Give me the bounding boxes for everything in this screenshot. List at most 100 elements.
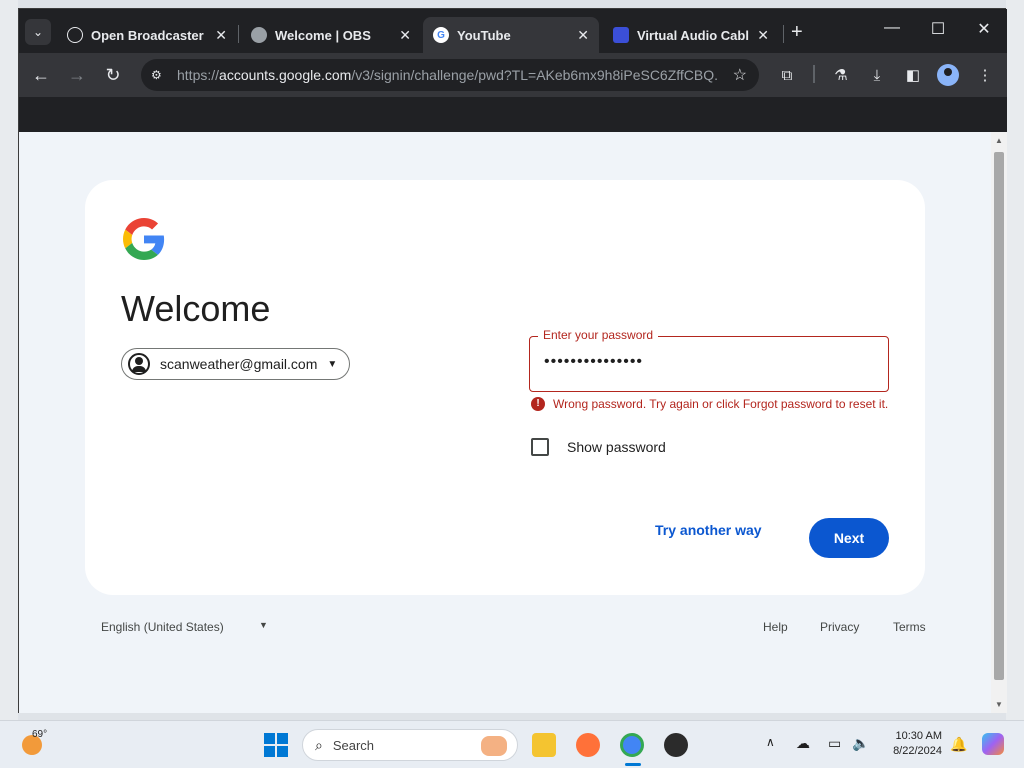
menu-kebab-icon[interactable]: ⋮: [975, 65, 995, 85]
notification-bell-icon[interactable]: 🔔: [950, 736, 967, 753]
language-selector[interactable]: English (United States): [101, 620, 224, 634]
page-title: Welcome: [121, 288, 271, 329]
privacy-link[interactable]: Privacy: [820, 620, 859, 634]
page-footer: English (United States) ▼ Help Privacy T…: [101, 620, 926, 640]
google-g-icon: G: [433, 27, 449, 43]
desktop-left-edge: [0, 0, 18, 720]
close-icon[interactable]: ✕: [577, 27, 589, 44]
tab-youtube[interactable]: G YouTube ✕: [423, 17, 599, 53]
reload-button[interactable]: ↻: [101, 63, 125, 87]
signin-card: Welcome scanweather@gmail.com ▼ Enter yo…: [85, 180, 925, 595]
help-link[interactable]: Help: [763, 620, 788, 634]
bookmark-star-icon[interactable]: ☆: [733, 65, 747, 85]
search-highlight-icon: [481, 736, 507, 756]
address-bar[interactable]: ⚙ https://accounts.google.com/v3/signin/…: [141, 59, 759, 91]
account-email: scanweather@gmail.com: [160, 356, 318, 372]
windows-logo-icon: [277, 746, 288, 757]
taskbar: 69° ⌕ Search ∧ ☁ ▭ 🔈 10:30 AM 8/22/2024 …: [0, 720, 1024, 768]
clock-time: 10:30 AM: [895, 730, 942, 742]
minimize-button[interactable]: —: [877, 19, 907, 37]
scrollbar[interactable]: ▲ ▼: [991, 132, 1007, 713]
site-info-icon[interactable]: ⚙: [151, 68, 169, 82]
side-panel-icon[interactable]: ◧: [903, 65, 923, 85]
labs-flask-icon[interactable]: ⚗: [831, 65, 851, 85]
chevron-down-icon[interactable]: ▼: [259, 620, 268, 630]
show-password-toggle[interactable]: Show password: [531, 438, 666, 456]
tab-obs-download[interactable]: Open Broadcaster Sc ✕: [57, 17, 237, 53]
password-field[interactable]: Enter your password •••••••••••••••: [529, 328, 889, 392]
system-clock[interactable]: 10:30 AM 8/22/2024: [884, 729, 942, 759]
firefox-icon[interactable]: [576, 733, 600, 757]
profile-avatar-icon[interactable]: [937, 64, 959, 86]
obs-taskbar-icon[interactable]: [664, 733, 688, 757]
chrome-icon[interactable]: [620, 733, 644, 757]
error-icon: !: [531, 397, 545, 411]
scroll-up-icon[interactable]: ▲: [995, 136, 1003, 145]
tab-search-button[interactable]: ⌄: [25, 19, 51, 45]
windows-logo-icon: [277, 733, 288, 744]
tab-title: Open Broadcaster Sc: [91, 27, 207, 43]
desktop-right-edge: [1006, 0, 1024, 720]
url-path: /v3/signin/challenge/pwd?TL=AKeb6mx9h8iP…: [351, 67, 717, 83]
account-chip[interactable]: scanweather@gmail.com ▼: [121, 348, 351, 380]
error-message: Wrong password. Try again or click Forgo…: [553, 397, 889, 411]
chevron-down-icon: ▼: [327, 358, 338, 370]
bookmark-bar: [19, 97, 1007, 132]
tab-title: Welcome | OBS: [275, 27, 371, 43]
vb-audio-icon: [613, 27, 629, 43]
tab-title: Virtual Audio Cable: [637, 27, 750, 43]
copilot-icon[interactable]: [982, 733, 1004, 755]
show-password-label: Show password: [567, 439, 666, 455]
taskbar-search[interactable]: ⌕ Search: [302, 729, 518, 761]
windows-logo-icon: [264, 746, 275, 757]
url-text[interactable]: https://accounts.google.com/v3/signin/ch…: [177, 67, 717, 83]
back-button[interactable]: ←: [29, 63, 53, 87]
close-window-button[interactable]: ✕: [969, 19, 999, 39]
tab-separator: [238, 25, 239, 43]
browser-window: ⌄ Open Broadcaster Sc ✕ Welcome | OBS ✕ …: [18, 8, 1007, 713]
browser-toolbar: ← → ↻ ⚙ https://accounts.google.com/v3/s…: [19, 53, 1007, 97]
volume-icon[interactable]: 🔈: [852, 735, 869, 752]
scrollbar-thumb[interactable]: [994, 152, 1004, 680]
terms-link[interactable]: Terms: [893, 620, 926, 634]
show-password-checkbox[interactable]: [531, 438, 549, 456]
clock-date: 8/22/2024: [893, 745, 942, 757]
url-host: accounts.google.com: [219, 67, 352, 83]
extensions-icon[interactable]: ⧉: [777, 65, 797, 85]
tab-virtual-audio-cable[interactable]: Virtual Audio Cable ✕: [603, 17, 779, 53]
start-button[interactable]: [264, 733, 288, 757]
active-app-indicator: [625, 763, 641, 766]
obs-icon: [67, 27, 83, 43]
file-explorer-icon[interactable]: [532, 733, 556, 757]
windows-logo-icon: [264, 733, 275, 744]
network-icon[interactable]: ▭: [828, 735, 841, 752]
password-input[interactable]: •••••••••••••••: [544, 353, 643, 371]
account-circle-icon: [128, 353, 150, 375]
maximize-button[interactable]: ☐: [923, 19, 953, 39]
tab-welcome-obs[interactable]: Welcome | OBS ✕: [241, 17, 421, 53]
close-icon[interactable]: ✕: [757, 27, 769, 44]
search-label: Search: [332, 737, 375, 753]
close-icon[interactable]: ✕: [215, 27, 227, 44]
page-viewport: Welcome scanweather@gmail.com ▼ Enter yo…: [19, 132, 1007, 713]
close-icon[interactable]: ✕: [399, 27, 411, 44]
next-button[interactable]: Next: [809, 518, 889, 558]
globe-icon: [251, 27, 267, 43]
new-tab-button[interactable]: +: [791, 21, 803, 44]
tab-title: YouTube: [457, 27, 511, 43]
weather-temperature[interactable]: 69°: [32, 729, 47, 740]
tab-separator: [783, 25, 784, 43]
password-error: ! Wrong password. Try again or click For…: [529, 396, 891, 412]
onedrive-sync-icon[interactable]: ☁: [796, 735, 810, 752]
search-icon: ⌕: [315, 736, 323, 753]
tab-strip: ⌄ Open Broadcaster Sc ✕ Welcome | OBS ✕ …: [19, 9, 1007, 53]
password-label: Enter your password: [538, 328, 659, 342]
download-icon[interactable]: ⤓: [867, 65, 887, 85]
forward-button[interactable]: →: [65, 63, 89, 87]
url-scheme: https://: [177, 67, 220, 83]
google-logo-icon: [123, 218, 165, 260]
try-another-way-button[interactable]: Try another way: [655, 522, 762, 538]
chevron-up-icon[interactable]: ∧: [766, 735, 775, 749]
scroll-down-icon[interactable]: ▼: [995, 700, 1003, 709]
toolbar-divider: [813, 65, 815, 83]
